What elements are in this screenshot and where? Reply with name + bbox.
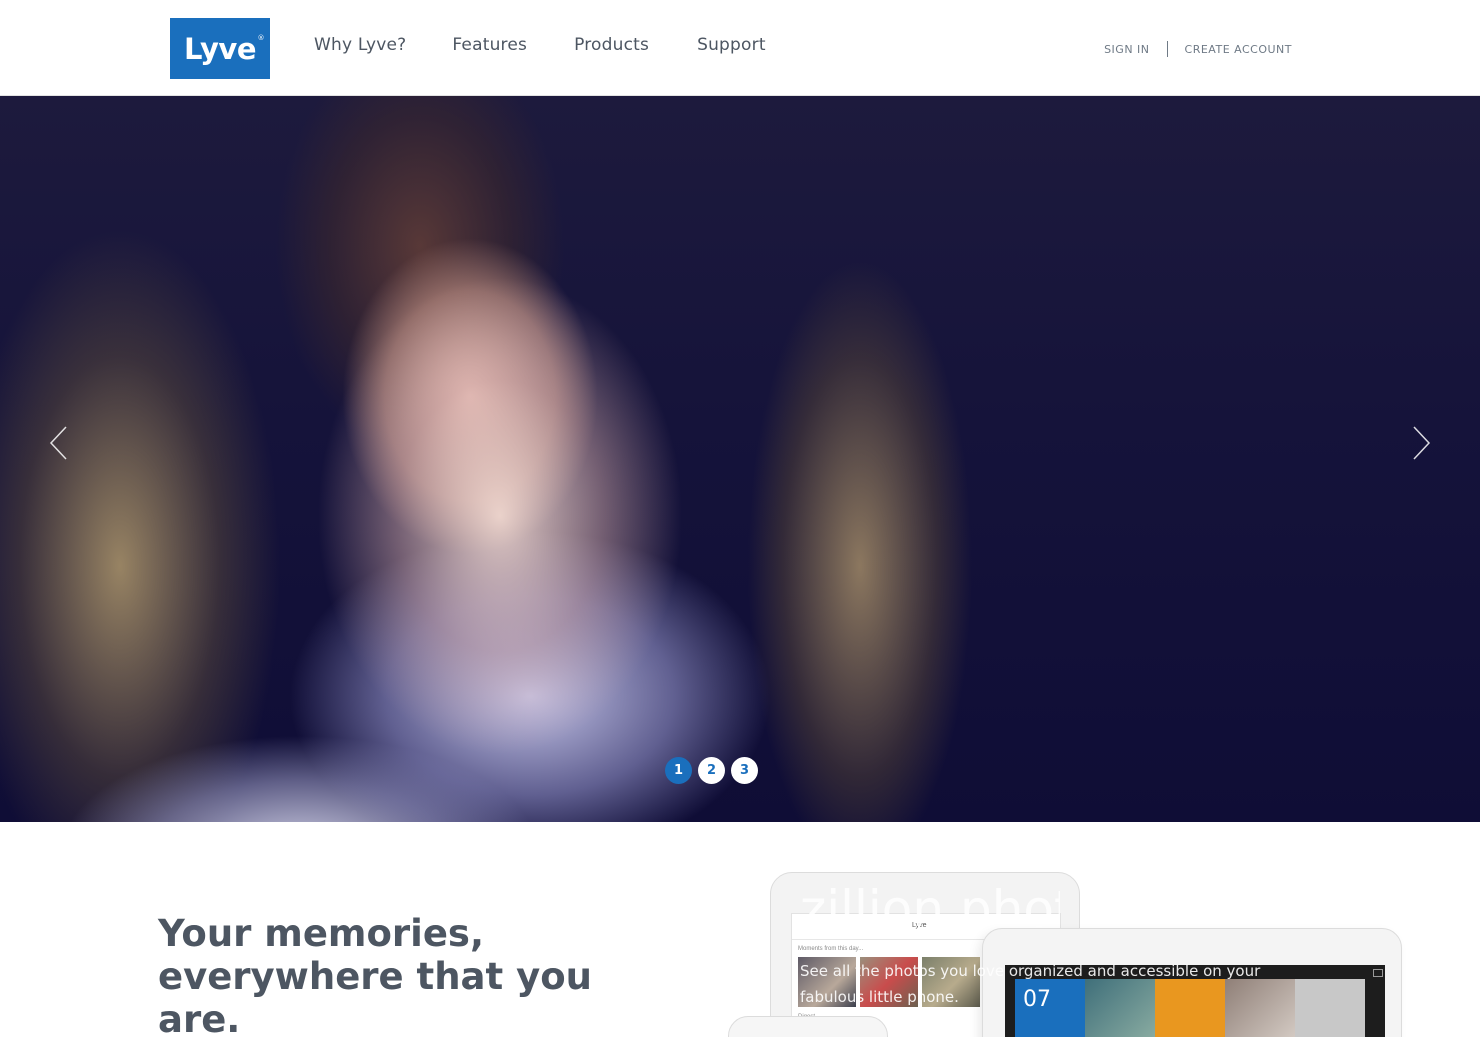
- nav-products[interactable]: Products: [574, 35, 649, 55]
- phone-mockup: [728, 1016, 888, 1037]
- nav-support[interactable]: Support: [697, 35, 766, 55]
- lyve-logo[interactable]: Lyve ®: [170, 18, 270, 79]
- nav-features[interactable]: Features: [452, 35, 527, 55]
- feature-overlay-title: zillion phot: [800, 880, 1060, 938]
- logo-wordmark: Lyve ®: [184, 31, 264, 66]
- create-account-link[interactable]: CREATE ACCOUNT: [1185, 43, 1292, 56]
- main-nav: Why Lyve? Features Products Support: [314, 35, 812, 55]
- account-links: SIGN IN CREATE ACCOUNT: [1104, 41, 1292, 57]
- sign-in-link[interactable]: SIGN IN: [1104, 43, 1149, 56]
- account-divider: [1166, 41, 1168, 57]
- slide-pager: 1 2 3: [665, 757, 764, 784]
- ipad-row-label: Moments from this day...: [798, 946, 864, 952]
- pager-dot-3[interactable]: 3: [731, 757, 758, 784]
- registered-mark: ®: [257, 33, 265, 42]
- chevron-left-icon[interactable]: [48, 426, 70, 460]
- pager-dot-1[interactable]: 1: [665, 757, 692, 784]
- hero-slideshow: 1 2 3: [0, 96, 1480, 822]
- nav-why-lyve[interactable]: Why Lyve?: [314, 35, 406, 55]
- feature-overlay-description: See all the photos you love organized an…: [800, 962, 1261, 1006]
- pager-dot-2[interactable]: 2: [698, 757, 725, 784]
- site-header: Lyve ® Why Lyve? Features Products Suppor…: [0, 0, 1480, 96]
- page-tagline: Your memories, everywhere that you are.: [158, 912, 592, 1041]
- share-icon: [1373, 969, 1383, 977]
- chevron-right-icon[interactable]: [1410, 426, 1432, 460]
